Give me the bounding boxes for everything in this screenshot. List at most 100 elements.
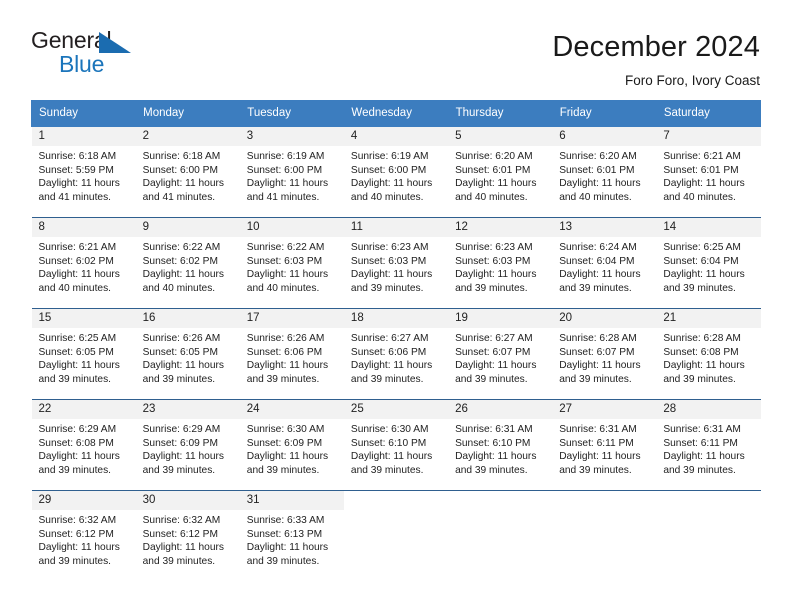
daylight-text-line1: Daylight: 11 hours (350, 360, 433, 372)
day-cell[interactable]: 10 Sunrise: 6:22 AM Sunset: 6:03 PM Dayl… (239, 217, 344, 309)
day-details: Sunrise: 6:21 AM Sunset: 6:02 PM Dayligh… (32, 237, 136, 295)
day-number: 6 (552, 127, 657, 146)
day-cell[interactable]: 17 Sunrise: 6:26 AM Sunset: 6:06 PM Dayl… (239, 308, 344, 400)
day-cell[interactable]: 13 Sunrise: 6:24 AM Sunset: 6:04 PM Dayl… (552, 217, 657, 309)
day-cell[interactable]: 30 Sunrise: 6:32 AM Sunset: 6:12 PM Dayl… (135, 490, 240, 581)
sunrise-text: Sunrise: 6:28 AM (559, 333, 637, 344)
day-cell[interactable]: 2 Sunrise: 6:18 AM Sunset: 6:00 PM Dayli… (135, 127, 240, 218)
day-cell[interactable]: 5 Sunrise: 6:20 AM Sunset: 6:01 PM Dayli… (448, 127, 553, 218)
day-number: 20 (552, 309, 657, 328)
day-number (552, 491, 657, 510)
day-details: Sunrise: 6:18 AM Sunset: 6:00 PM Dayligh… (136, 146, 240, 204)
weekday-header-monday: Monday (135, 100, 241, 127)
daylight-text-line2: and 41 minutes. (246, 191, 320, 203)
daylight-text-line1: Daylight: 11 hours (142, 542, 224, 554)
sunrise-text: Sunrise: 6:31 AM (455, 424, 533, 435)
day-cell[interactable]: 28 Sunrise: 6:31 AM Sunset: 6:11 PM Dayl… (656, 399, 761, 491)
daylight-text-line2: and 39 minutes. (663, 282, 736, 294)
sunrise-text: Sunrise: 6:21 AM (663, 151, 741, 162)
day-cell[interactable]: 26 Sunrise: 6:31 AM Sunset: 6:10 PM Dayl… (448, 399, 553, 491)
sunrise-text: Sunrise: 6:24 AM (559, 242, 637, 253)
calendar-week-row: 29 Sunrise: 6:32 AM Sunset: 6:12 PM Dayl… (31, 490, 761, 581)
sunset-text: Sunset: 6:01 PM (455, 164, 531, 176)
day-cell[interactable]: 4 Sunrise: 6:19 AM Sunset: 6:00 PM Dayli… (343, 127, 449, 218)
sunrise-text: Sunrise: 6:25 AM (38, 333, 117, 344)
daylight-text-line1: Daylight: 11 hours (142, 269, 224, 281)
day-number: 27 (552, 400, 657, 419)
day-cell[interactable]: 3 Sunrise: 6:19 AM Sunset: 6:00 PM Dayli… (239, 127, 344, 218)
day-number: 18 (343, 309, 449, 328)
sunrise-text: Sunrise: 6:19 AM (246, 151, 325, 162)
day-details: Sunrise: 6:19 AM Sunset: 6:00 PM Dayligh… (240, 146, 344, 204)
daylight-text-line2: and 41 minutes. (142, 191, 216, 203)
day-cell[interactable]: 16 Sunrise: 6:26 AM Sunset: 6:05 PM Dayl… (135, 308, 240, 400)
weekday-header-friday: Friday (551, 100, 657, 127)
day-number: 10 (239, 218, 344, 237)
daylight-text-line2: and 39 minutes. (559, 464, 632, 476)
sunrise-text: Sunrise: 6:28 AM (663, 333, 741, 344)
day-cell[interactable]: 11 Sunrise: 6:23 AM Sunset: 6:03 PM Dayl… (343, 217, 449, 309)
sunset-text: Sunset: 6:00 PM (246, 164, 323, 176)
page-subtitle: Foro Foro, Ivory Coast (624, 73, 760, 88)
daylight-text-line1: Daylight: 11 hours (38, 451, 120, 463)
daylight-text-line2: and 39 minutes. (142, 555, 216, 567)
day-cell[interactable]: 19 Sunrise: 6:27 AM Sunset: 6:07 PM Dayl… (448, 308, 553, 400)
day-cell[interactable]: 7 Sunrise: 6:21 AM Sunset: 6:01 PM Dayli… (656, 127, 761, 218)
day-cell[interactable]: 24 Sunrise: 6:30 AM Sunset: 6:09 PM Dayl… (239, 399, 344, 491)
day-details: Sunrise: 6:33 AM Sunset: 6:13 PM Dayligh… (240, 510, 344, 568)
daylight-text-line1: Daylight: 11 hours (559, 269, 641, 281)
sunset-text: Sunset: 6:12 PM (142, 528, 218, 540)
day-cell[interactable]: 25 Sunrise: 6:30 AM Sunset: 6:10 PM Dayl… (343, 399, 449, 491)
day-cell[interactable]: 20 Sunrise: 6:28 AM Sunset: 6:07 PM Dayl… (552, 308, 657, 400)
day-number: 21 (656, 309, 761, 328)
day-cell[interactable]: 12 Sunrise: 6:23 AM Sunset: 6:03 PM Dayl… (448, 217, 553, 309)
daylight-text-line1: Daylight: 11 hours (350, 451, 433, 463)
sunset-text: Sunset: 6:00 PM (142, 164, 218, 176)
day-cell[interactable]: 18 Sunrise: 6:27 AM Sunset: 6:06 PM Dayl… (343, 308, 449, 400)
daylight-text-line2: and 39 minutes. (455, 373, 528, 385)
day-cell[interactable]: 15 Sunrise: 6:25 AM Sunset: 6:05 PM Dayl… (31, 308, 136, 400)
day-details: Sunrise: 6:27 AM Sunset: 6:06 PM Dayligh… (344, 328, 448, 386)
sunset-text: Sunset: 6:02 PM (142, 255, 218, 267)
daylight-text-line2: and 41 minutes. (38, 191, 112, 203)
daylight-text-line2: and 40 minutes. (142, 282, 216, 294)
day-cell[interactable]: 8 Sunrise: 6:21 AM Sunset: 6:02 PM Dayli… (31, 217, 136, 309)
day-details: Sunrise: 6:28 AM Sunset: 6:08 PM Dayligh… (656, 328, 760, 386)
day-cell[interactable]: 21 Sunrise: 6:28 AM Sunset: 6:08 PM Dayl… (656, 308, 761, 400)
day-number: 5 (448, 127, 553, 146)
daylight-text-line2: and 39 minutes. (350, 282, 424, 294)
weekday-header-wednesday: Wednesday (343, 100, 449, 127)
daylight-text-line2: and 39 minutes. (350, 464, 424, 476)
day-details: Sunrise: 6:20 AM Sunset: 6:01 PM Dayligh… (448, 146, 552, 204)
sunset-text: Sunset: 6:08 PM (38, 437, 114, 449)
day-details: Sunrise: 6:31 AM Sunset: 6:11 PM Dayligh… (552, 419, 656, 477)
day-cell[interactable]: 29 Sunrise: 6:32 AM Sunset: 6:12 PM Dayl… (31, 490, 136, 581)
daylight-text-line1: Daylight: 11 hours (38, 269, 120, 281)
day-details: Sunrise: 6:19 AM Sunset: 6:00 PM Dayligh… (344, 146, 448, 204)
sunrise-text: Sunrise: 6:23 AM (350, 242, 429, 253)
day-cell[interactable]: 1 Sunrise: 6:18 AM Sunset: 5:59 PM Dayli… (31, 127, 136, 218)
daylight-text-line1: Daylight: 11 hours (663, 451, 745, 463)
daylight-text-line2: and 39 minutes. (246, 555, 320, 567)
day-cell[interactable]: 14 Sunrise: 6:25 AM Sunset: 6:04 PM Dayl… (656, 217, 761, 309)
day-number: 24 (239, 400, 344, 419)
day-cell[interactable]: 23 Sunrise: 6:29 AM Sunset: 6:09 PM Dayl… (135, 399, 240, 491)
daylight-text-line1: Daylight: 11 hours (455, 451, 537, 463)
day-details: Sunrise: 6:25 AM Sunset: 6:05 PM Dayligh… (32, 328, 136, 386)
sunset-text: Sunset: 6:04 PM (559, 255, 635, 267)
sunset-text: Sunset: 6:11 PM (663, 437, 738, 449)
day-cell[interactable]: 31 Sunrise: 6:33 AM Sunset: 6:13 PM Dayl… (239, 490, 344, 581)
day-cell[interactable]: 9 Sunrise: 6:22 AM Sunset: 6:02 PM Dayli… (135, 217, 240, 309)
general-blue-logo[interactable]: General Blue (31, 29, 151, 83)
day-details: Sunrise: 6:26 AM Sunset: 6:05 PM Dayligh… (136, 328, 240, 386)
day-number: 16 (135, 309, 240, 328)
day-number: 9 (135, 218, 240, 237)
sunset-text: Sunset: 6:12 PM (38, 528, 114, 540)
day-cell[interactable]: 6 Sunrise: 6:20 AM Sunset: 6:01 PM Dayli… (552, 127, 657, 218)
day-number: 17 (239, 309, 344, 328)
logo-text-blue: Blue (59, 51, 105, 77)
daylight-text-line1: Daylight: 11 hours (142, 451, 224, 463)
day-cell[interactable]: 22 Sunrise: 6:29 AM Sunset: 6:08 PM Dayl… (31, 399, 136, 491)
day-cell[interactable]: 27 Sunrise: 6:31 AM Sunset: 6:11 PM Dayl… (552, 399, 657, 491)
daylight-text-line2: and 39 minutes. (559, 282, 632, 294)
